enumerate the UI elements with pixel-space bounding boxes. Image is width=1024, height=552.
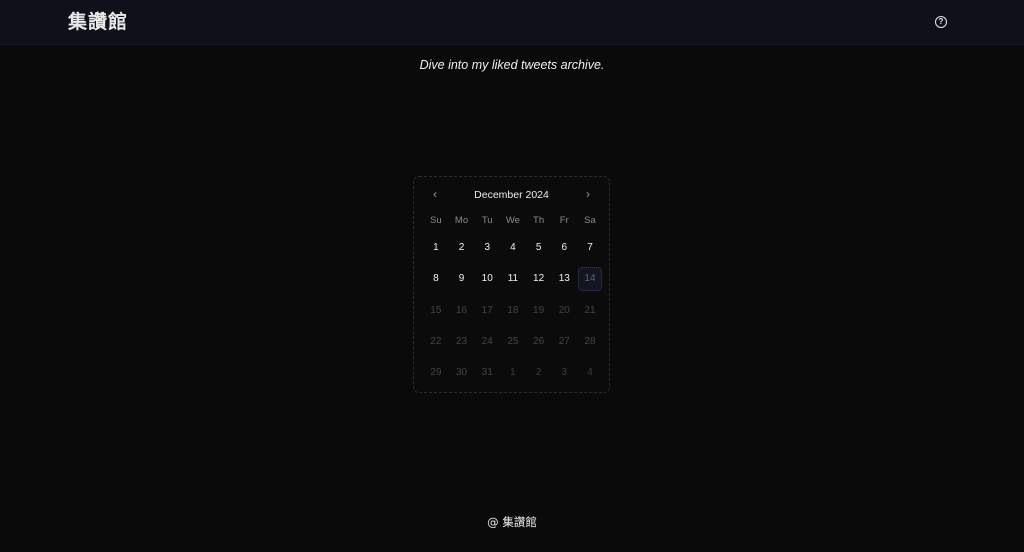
calendar-day-label: 11 bbox=[507, 273, 519, 285]
calendar-day-label: 13 bbox=[558, 273, 570, 285]
calendar-day: 20 bbox=[551, 295, 577, 326]
calendar-day-label: 9 bbox=[458, 273, 465, 285]
calendar-day[interactable]: 11 bbox=[500, 263, 526, 294]
calendar-day-grid: 1 2 3 4 5 6 7 8 9 10 11 12 13 14 15 16 17 18 19 20 21 22 23 24 2… bbox=[423, 232, 603, 388]
calendar-day[interactable]: 1 bbox=[423, 232, 449, 263]
calendar-day: 23 bbox=[449, 326, 475, 357]
calendar-day-label: 23 bbox=[455, 336, 468, 348]
help-icon[interactable]: ? bbox=[935, 16, 947, 28]
calendar-weekday-label: Th bbox=[533, 215, 545, 226]
calendar-day: 1 bbox=[500, 357, 526, 388]
calendar-day: 17 bbox=[474, 295, 500, 326]
calendar-day-label: 21 bbox=[584, 304, 596, 316]
calendar-day: 29 bbox=[423, 357, 449, 388]
calendar-day-label: 15 bbox=[430, 304, 442, 316]
calendar-day-label: 31 bbox=[481, 367, 493, 379]
calendar-day-label: 27 bbox=[558, 336, 570, 348]
next-month-button[interactable]: › bbox=[579, 186, 597, 204]
calendar-day-label: 2 bbox=[458, 242, 465, 254]
calendar-day-label: 22 bbox=[430, 336, 442, 348]
calendar-day: 16 bbox=[449, 295, 475, 326]
calendar-header: ‹ December 2024 › bbox=[414, 186, 609, 204]
calendar-day-label: 28 bbox=[584, 336, 596, 348]
calendar-day-label: 18 bbox=[507, 304, 519, 316]
calendar-day-label: 2 bbox=[535, 367, 542, 379]
calendar-day: 15 bbox=[423, 295, 449, 326]
calendar-day: 26 bbox=[526, 326, 552, 357]
calendar-day: 22 bbox=[423, 326, 449, 357]
calendar-day: 4 bbox=[577, 357, 603, 388]
calendar-day-label: 24 bbox=[481, 336, 493, 348]
calendar-day: 3 bbox=[551, 357, 577, 388]
calendar-day-label: 19 bbox=[533, 304, 545, 316]
calendar-day: 30 bbox=[449, 357, 475, 388]
calendar-day-label: 17 bbox=[481, 304, 493, 316]
calendar-day-label: 1 bbox=[510, 367, 516, 379]
calendar-weekday-label: Fr bbox=[559, 215, 569, 226]
calendar-day-label: 6 bbox=[561, 242, 568, 254]
calendar-day: 21 bbox=[577, 295, 603, 326]
calendar-day-label: 29 bbox=[430, 367, 442, 379]
calendar-day-label: 12 bbox=[533, 273, 545, 285]
calendar-day[interactable]: 5 bbox=[526, 232, 552, 263]
date-picker-calendar: ‹ December 2024 › Su Mo Tu We Th Fr Sa 1234567… bbox=[413, 176, 610, 393]
calendar-day-label: 26 bbox=[533, 336, 545, 348]
calendar-day-label: 5 bbox=[535, 242, 542, 254]
top-navbar: 集讚館 ? bbox=[0, 0, 1024, 45]
calendar-day[interactable]: 8 bbox=[423, 263, 449, 294]
calendar-day[interactable]: 13 bbox=[551, 263, 577, 294]
calendar-day[interactable]: 9 bbox=[449, 263, 475, 294]
calendar-day-label: 8 bbox=[433, 273, 439, 285]
calendar-day[interactable]: 7 bbox=[577, 232, 603, 263]
calendar-day-label: 4 bbox=[510, 242, 516, 254]
calendar-day-label: 4 bbox=[587, 367, 593, 379]
calendar-day-label: 14 bbox=[577, 266, 602, 291]
calendar-day-label: 10 bbox=[481, 273, 493, 285]
calendar-day-label: 20 bbox=[558, 304, 570, 316]
calendar-day-label: 16 bbox=[455, 304, 468, 316]
calendar-day[interactable]: 6 bbox=[551, 232, 577, 263]
calendar-day-label: 1 bbox=[433, 242, 439, 254]
calendar-day: 18 bbox=[500, 295, 526, 326]
calendar-day[interactable]: 10 bbox=[474, 263, 500, 294]
calendar-day-label: 3 bbox=[484, 242, 490, 254]
calendar-day[interactable]: 12 bbox=[526, 263, 552, 294]
calendar-weekday-label: We bbox=[505, 215, 520, 226]
calendar-day: 31 bbox=[474, 357, 500, 388]
calendar-day-label: 25 bbox=[507, 336, 519, 348]
calendar-day: 25 bbox=[500, 326, 526, 357]
page-tagline: Dive into my liked tweets archive. bbox=[419, 58, 605, 72]
footer-credit: @ 集讚館 bbox=[487, 515, 537, 529]
calendar-day: 2 bbox=[526, 357, 552, 388]
site-brand-logo[interactable]: 集讚館 bbox=[68, 9, 128, 35]
calendar-weekday-row: Su Mo Tu We Th Fr Sa bbox=[423, 215, 603, 227]
calendar-weekday-label: Tu bbox=[481, 215, 493, 226]
calendar-day[interactable]: 3 bbox=[474, 232, 500, 263]
calendar-day[interactable]: 4 bbox=[500, 232, 526, 263]
calendar-weekday-label: Su bbox=[430, 215, 442, 226]
calendar-day: 24 bbox=[474, 326, 500, 357]
calendar-day: 27 bbox=[551, 326, 577, 357]
calendar-day[interactable]: 2 bbox=[449, 232, 475, 263]
calendar-weekday-label: Sa bbox=[584, 215, 596, 226]
calendar-day: 28 bbox=[577, 326, 603, 357]
calendar-day-label: 30 bbox=[455, 367, 468, 379]
calendar-day-today[interactable]: 14 bbox=[577, 263, 603, 294]
calendar-day: 19 bbox=[526, 295, 552, 326]
calendar-day-label: 3 bbox=[561, 367, 568, 379]
calendar-weekday-label: Mo bbox=[454, 215, 469, 226]
calendar-day-label: 7 bbox=[587, 242, 593, 254]
